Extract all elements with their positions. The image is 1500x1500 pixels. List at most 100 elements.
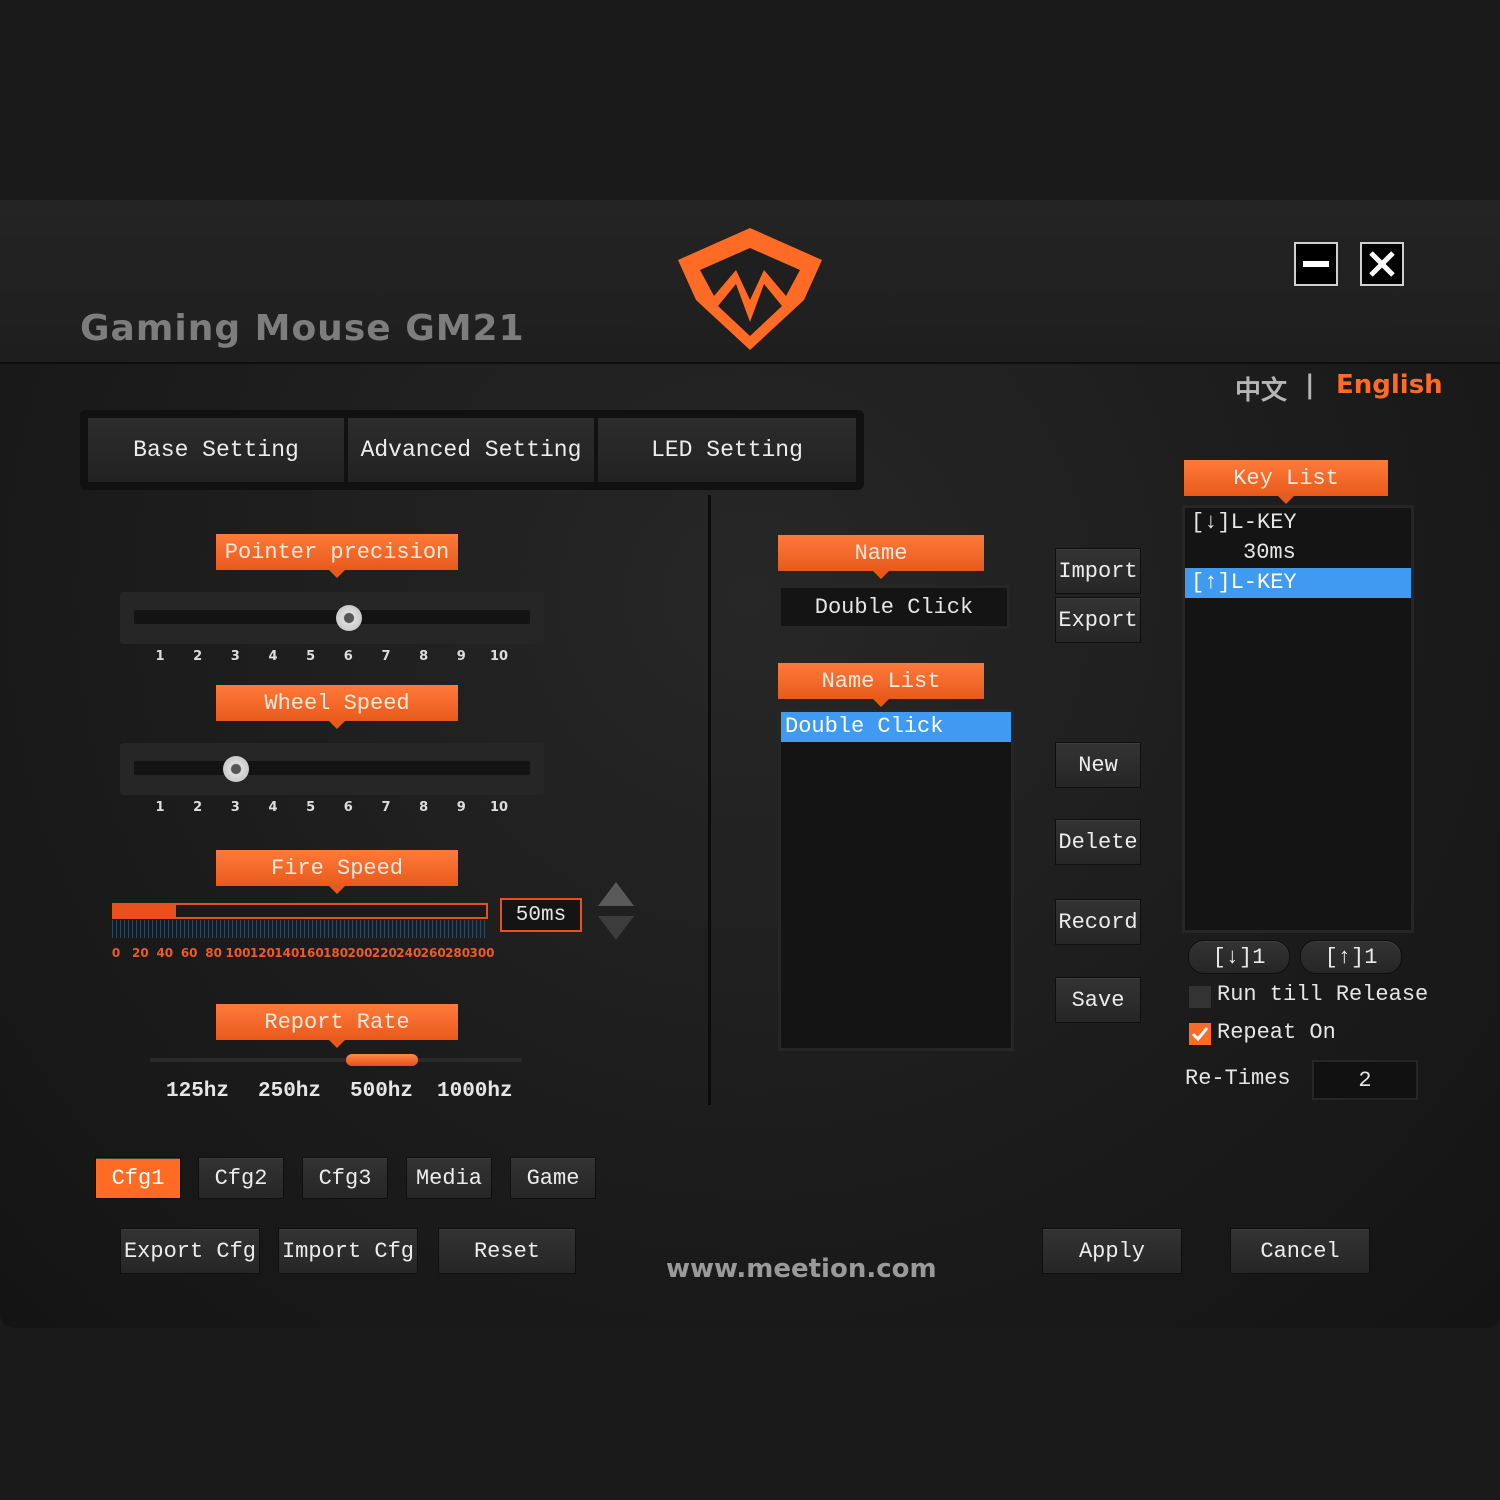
pointer-precision-slider[interactable]: [120, 592, 544, 644]
delete-button[interactable]: Delete: [1055, 819, 1141, 865]
pointer-precision-knob[interactable]: [336, 605, 362, 631]
wheel-speed-tick: 5: [306, 800, 316, 815]
close-icon[interactable]: [1360, 242, 1404, 286]
fire-speed-tick: 100: [225, 946, 251, 960]
lang-separator: |: [1305, 370, 1315, 400]
cfg3-button[interactable]: Cfg3: [302, 1157, 388, 1199]
pointer-precision-tick: 1: [155, 649, 165, 664]
reset-button[interactable]: Reset: [438, 1228, 576, 1274]
fire-speed-tick: 80: [205, 946, 222, 960]
report-rate-track[interactable]: [150, 1058, 522, 1062]
key-list-item[interactable]: [↓]L-KEY: [1185, 508, 1411, 538]
fire-speed-tick: 180: [323, 946, 349, 960]
run-till-release-label: Run till Release: [1217, 982, 1429, 1007]
wheel-speed-ticks: 1 2 3 4 5 6 7 8 9 10: [0, 800, 700, 820]
app-window: Gaming Mouse GM21 中文 | English Base Sett…: [0, 200, 1500, 1328]
media-button[interactable]: Media: [406, 1157, 492, 1199]
minimize-icon[interactable]: [1294, 242, 1338, 286]
pointer-precision-tick: 6: [343, 649, 353, 664]
key-list[interactable]: [↓]L-KEY 30ms [↑]L-KEY: [1182, 505, 1414, 933]
re-times-input[interactable]: 2: [1312, 1060, 1418, 1100]
import-button[interactable]: Import: [1055, 548, 1141, 594]
fire-speed-tick: 60: [180, 946, 198, 960]
report-rate-option-125[interactable]: 125hz: [166, 1080, 229, 1103]
wheel-speed-knob[interactable]: [223, 756, 249, 782]
macro-name-label: Name: [778, 535, 984, 579]
check-icon: [1191, 1027, 1209, 1042]
key-down-button[interactable]: [↓]1: [1188, 940, 1290, 974]
cfg1-button[interactable]: Cfg1: [95, 1157, 181, 1199]
fire-speed-tick: 40: [156, 946, 174, 960]
wheel-speed-tick: 1: [155, 800, 165, 815]
pointer-precision-tick: 7: [381, 649, 391, 664]
tab-advanced-setting[interactable]: Advanced Setting: [348, 418, 594, 482]
key-list-item[interactable]: 30ms: [1185, 538, 1411, 568]
report-rate-knob[interactable]: [346, 1054, 418, 1066]
tab-bar: Base Setting Advanced Setting LED Settin…: [80, 410, 864, 490]
fire-speed-tick: 0: [111, 946, 121, 960]
fire-speed-value[interactable]: 50ms: [500, 898, 582, 932]
export-cfg-button[interactable]: Export Cfg: [120, 1228, 260, 1274]
wheel-speed-slider[interactable]: [120, 743, 544, 795]
report-rate-label: Report Rate: [216, 1004, 458, 1048]
website-link[interactable]: www.meetion.com: [666, 1254, 937, 1284]
cancel-button[interactable]: Cancel: [1230, 1228, 1370, 1274]
wheel-speed-tick: 2: [193, 800, 203, 815]
tab-led-setting[interactable]: LED Setting: [598, 418, 856, 482]
fire-speed-tick: 140: [274, 946, 300, 960]
wheel-speed-tick: 7: [381, 800, 391, 815]
repeat-on-label: Repeat On: [1217, 1020, 1336, 1045]
fire-speed-label: Fire Speed: [216, 850, 458, 894]
wheel-speed-tick: 4: [268, 800, 278, 815]
run-till-release-checkbox[interactable]: [1188, 985, 1212, 1009]
fire-speed-tick: 120: [249, 946, 275, 960]
fire-speed-scale: [112, 920, 488, 938]
tab-base-setting[interactable]: Base Setting: [88, 418, 344, 482]
game-button[interactable]: Game: [510, 1157, 596, 1199]
macro-name-input[interactable]: Double Click: [778, 585, 1010, 629]
name-list[interactable]: Double Click: [778, 709, 1014, 1051]
repeat-on-checkbox[interactable]: [1188, 1022, 1212, 1046]
pointer-precision-tick: 5: [306, 649, 316, 664]
panel-divider: [708, 495, 711, 1105]
report-rate-option-500[interactable]: 500hz: [350, 1080, 413, 1103]
wheel-speed-label: Wheel Speed: [216, 685, 458, 729]
title-bar: Gaming Mouse GM21: [0, 200, 1500, 364]
save-button[interactable]: Save: [1055, 977, 1141, 1023]
fire-speed-tick: 20: [132, 946, 149, 960]
report-rate-option-1000[interactable]: 1000hz: [437, 1080, 513, 1103]
wheel-speed-tick: 6: [343, 800, 353, 815]
import-cfg-button[interactable]: Import Cfg: [278, 1228, 418, 1274]
new-button[interactable]: New: [1055, 742, 1141, 788]
fire-speed-tick: 160: [298, 946, 324, 960]
app-title: Gaming Mouse GM21: [80, 308, 525, 349]
name-list-item[interactable]: Double Click: [781, 712, 1011, 742]
lang-chinese[interactable]: 中文: [1235, 370, 1287, 407]
pointer-precision-label: Pointer precision: [216, 534, 458, 578]
apply-button[interactable]: Apply: [1042, 1228, 1182, 1274]
wheel-speed-tick: 8: [419, 800, 429, 815]
wheel-speed-tick: 10: [489, 800, 509, 815]
wheel-speed-tick: 9: [456, 800, 466, 815]
pointer-precision-tick: 8: [419, 649, 429, 664]
cfg2-button[interactable]: Cfg2: [198, 1157, 284, 1199]
key-list-item[interactable]: [↑]L-KEY: [1185, 568, 1411, 598]
key-up-button[interactable]: [↑]1: [1300, 940, 1402, 974]
fire-speed-tick: 240: [396, 946, 422, 960]
pointer-precision-tick: 3: [230, 649, 240, 664]
lang-english[interactable]: English: [1336, 370, 1443, 400]
fire-speed-slider[interactable]: [112, 903, 488, 919]
wheel-speed-tick: 3: [230, 800, 240, 815]
fire-speed-stepper[interactable]: [596, 880, 636, 944]
name-list-label: Name List: [778, 663, 984, 707]
fire-speed-tick: 200: [347, 946, 373, 960]
fire-speed-tick: 220: [371, 946, 397, 960]
record-button[interactable]: Record: [1055, 899, 1141, 945]
fire-speed-ticks: 0 20 40 60 80 100 120 140 160 180 200 220 240 260 280 3…: [0, 946, 700, 966]
pointer-precision-tick: 10: [489, 649, 509, 664]
report-rate-option-250[interactable]: 250hz: [258, 1080, 321, 1103]
pointer-precision-ticks: 1 2 3 4 5 6 7 8 9 10: [0, 649, 700, 669]
export-button[interactable]: Export: [1055, 597, 1141, 643]
pointer-precision-tick: 4: [268, 649, 278, 664]
meetion-logo-icon: [678, 228, 822, 350]
